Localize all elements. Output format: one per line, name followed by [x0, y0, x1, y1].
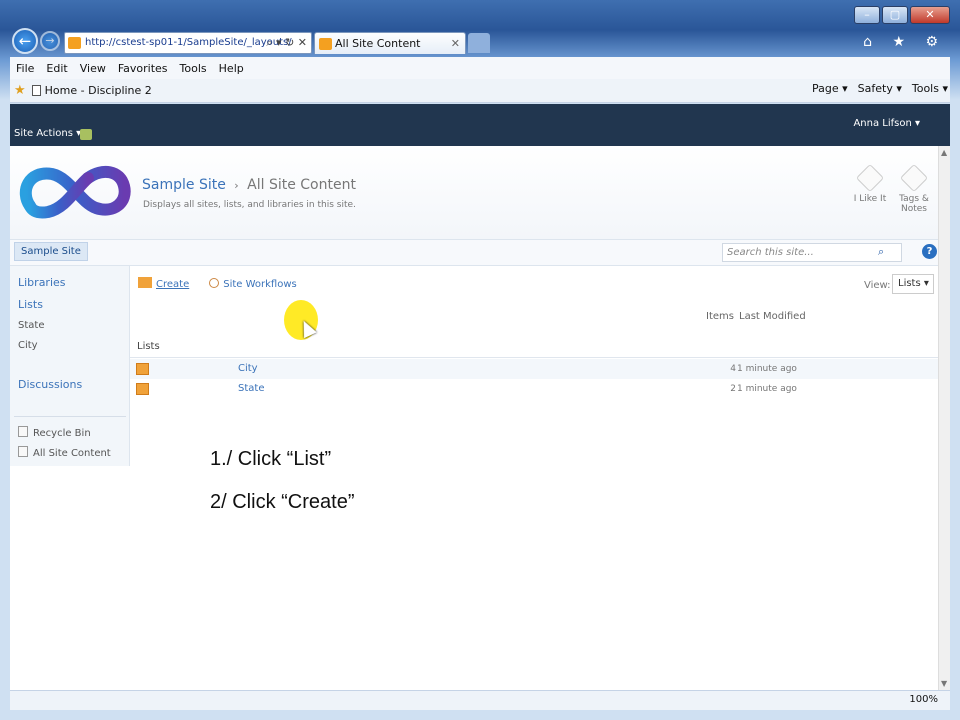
back-button[interactable]: ←	[12, 28, 38, 54]
item-count: 2	[730, 384, 736, 394]
top-navigation: Sample Site Search this site... ⌕ ?	[10, 240, 938, 266]
page-content: Sample Site › All Site Content Displays …	[10, 146, 950, 690]
menu-view[interactable]: View	[80, 62, 106, 75]
home-favorites-tools-icons[interactable]: ⌂ ★ ⚙	[863, 34, 946, 50]
list-link-city[interactable]: City	[238, 363, 258, 374]
window-controls: – ▢ ✕	[854, 6, 950, 24]
page-icon	[31, 85, 41, 96]
menu-tools[interactable]: Tools	[180, 62, 207, 75]
quick-launch-list-city[interactable]: City	[18, 340, 38, 351]
page-menu[interactable]: Page ▾	[812, 82, 848, 95]
sharepoint-favicon-icon	[68, 37, 81, 49]
address-bar[interactable]: http://cstest-sp01-1/SampleSite/_layouts…	[64, 32, 312, 54]
content-toolbar: Create Site Workflows	[138, 277, 297, 290]
group-header-lists: Lists	[137, 341, 160, 352]
page-title: All Site Content	[247, 177, 356, 193]
quick-launch: Libraries Lists State City Discussions R…	[10, 266, 130, 466]
scroll-up-icon[interactable]: ▲	[941, 148, 947, 157]
last-modified: 1 minute ago	[737, 384, 797, 394]
tab-all-site-content[interactable]: All Site Content ✕	[314, 32, 466, 54]
title-area: Sample Site › All Site Content Displays …	[10, 146, 938, 240]
maximize-button[interactable]: ▢	[882, 6, 908, 24]
list-icon	[136, 363, 149, 375]
list-divider	[130, 357, 938, 358]
zoom-level[interactable]: 100%	[909, 694, 938, 705]
view-label: View:	[864, 280, 891, 291]
i-like-it-label: I Like It	[853, 194, 887, 204]
quick-launch-libraries[interactable]: Libraries	[18, 276, 66, 289]
item-count: 4	[730, 364, 736, 374]
instruction-step-1: 1./ Click “List”	[210, 448, 332, 470]
new-tab-button[interactable]	[468, 33, 490, 53]
recycle-bin-link[interactable]: Recycle Bin	[18, 426, 91, 439]
create-label: Create	[156, 279, 190, 290]
site-workflows-button[interactable]: Site Workflows	[209, 277, 297, 290]
breadcrumb-separator: ›	[234, 179, 239, 192]
view-select[interactable]: Lists ▾	[892, 274, 934, 294]
all-site-content-link[interactable]: All Site Content	[18, 446, 111, 459]
breadcrumb-site-link[interactable]: Sample Site	[142, 177, 226, 193]
browser-window: – ▢ ✕ ← → http://cstest-sp01-1/SampleSit…	[0, 0, 960, 720]
instruction-step-2: 2/ Click “Create”	[210, 491, 355, 513]
list-link-state[interactable]: State	[238, 383, 264, 394]
menu-edit[interactable]: Edit	[46, 62, 67, 75]
column-header-last-modified[interactable]: Last Modified	[739, 311, 806, 322]
tab-title: All Site Content	[335, 37, 421, 50]
address-controls[interactable]: ⌕ ▾ ↻ ✕	[266, 33, 307, 53]
i-like-it-button[interactable]: I Like It	[850, 163, 890, 204]
help-icon[interactable]: ?	[922, 244, 937, 259]
quick-launch-lists[interactable]: Lists	[18, 298, 43, 311]
all-site-content-label: All Site Content	[33, 448, 111, 459]
forward-button[interactable]: →	[40, 31, 60, 51]
tags-notes-label: Tags & Notes	[899, 194, 929, 214]
site-actions-menu[interactable]: Site Actions ▾	[14, 128, 81, 139]
menu-help[interactable]: Help	[219, 62, 244, 75]
last-modified: 1 minute ago	[737, 364, 797, 374]
safety-menu[interactable]: Safety ▾	[858, 82, 902, 95]
favorite-home-link[interactable]: Home - Discipline 2	[45, 84, 152, 97]
command-bar: Page ▾ Safety ▾ Tools ▾	[812, 82, 948, 95]
table-row: State 2 1 minute ago	[130, 379, 938, 399]
address-text: http://cstest-sp01-1/SampleSite/_layouts…	[85, 37, 292, 48]
close-tab-icon[interactable]: ✕	[451, 33, 460, 55]
status-bar: 100%	[10, 690, 950, 710]
site-workflows-label: Site Workflows	[223, 278, 297, 290]
breadcrumb: Sample Site › All Site Content	[142, 177, 356, 193]
sharepoint-logo-icon	[19, 165, 131, 219]
recycle-bin-label: Recycle Bin	[33, 428, 91, 439]
top-nav-sample-site[interactable]: Sample Site	[14, 242, 88, 261]
favorites-star-icon[interactable]: ★	[14, 83, 26, 98]
tags-notes-button[interactable]: Tags & Notes	[894, 163, 934, 214]
workflow-icon	[209, 277, 220, 288]
sharepoint-favicon-icon	[319, 38, 332, 50]
quick-launch-list-state[interactable]: State	[18, 320, 44, 331]
search-input[interactable]: Search this site...	[722, 243, 902, 262]
tags-notes-icon	[899, 163, 929, 193]
table-row: City 4 1 minute ago	[130, 359, 938, 379]
page-description: Displays all sites, lists, and libraries…	[143, 200, 356, 210]
menu-favorites[interactable]: Favorites	[118, 62, 168, 75]
search-icon[interactable]: ⌕	[878, 245, 884, 259]
like-tag-icon	[855, 163, 885, 193]
create-button[interactable]: Create	[138, 277, 189, 290]
close-window-button[interactable]: ✕	[910, 6, 950, 24]
user-menu[interactable]: Anna Lifson ▾	[853, 118, 920, 129]
recycle-bin-icon	[18, 426, 28, 437]
create-icon	[138, 277, 152, 288]
sharepoint-suite-bar: Site Actions ▾ Anna Lifson ▾	[10, 104, 950, 146]
navigate-up-icon[interactable]	[80, 129, 92, 140]
column-header-items[interactable]: Items	[706, 311, 734, 322]
tools-menu[interactable]: Tools ▾	[912, 82, 948, 95]
quick-launch-divider	[14, 416, 126, 417]
all-site-content-icon	[18, 446, 28, 457]
quick-launch-discussions[interactable]: Discussions	[18, 378, 82, 391]
favorites-bar: ★ Home - Discipline 2	[10, 79, 950, 103]
menu-bar: File Edit View Favorites Tools Help	[10, 57, 950, 79]
menu-file[interactable]: File	[16, 62, 34, 75]
minimize-button[interactable]: –	[854, 6, 880, 24]
scroll-down-icon[interactable]: ▼	[941, 679, 947, 688]
vertical-scrollbar[interactable]: ▲ ▼	[938, 146, 950, 690]
list-icon	[136, 383, 149, 395]
